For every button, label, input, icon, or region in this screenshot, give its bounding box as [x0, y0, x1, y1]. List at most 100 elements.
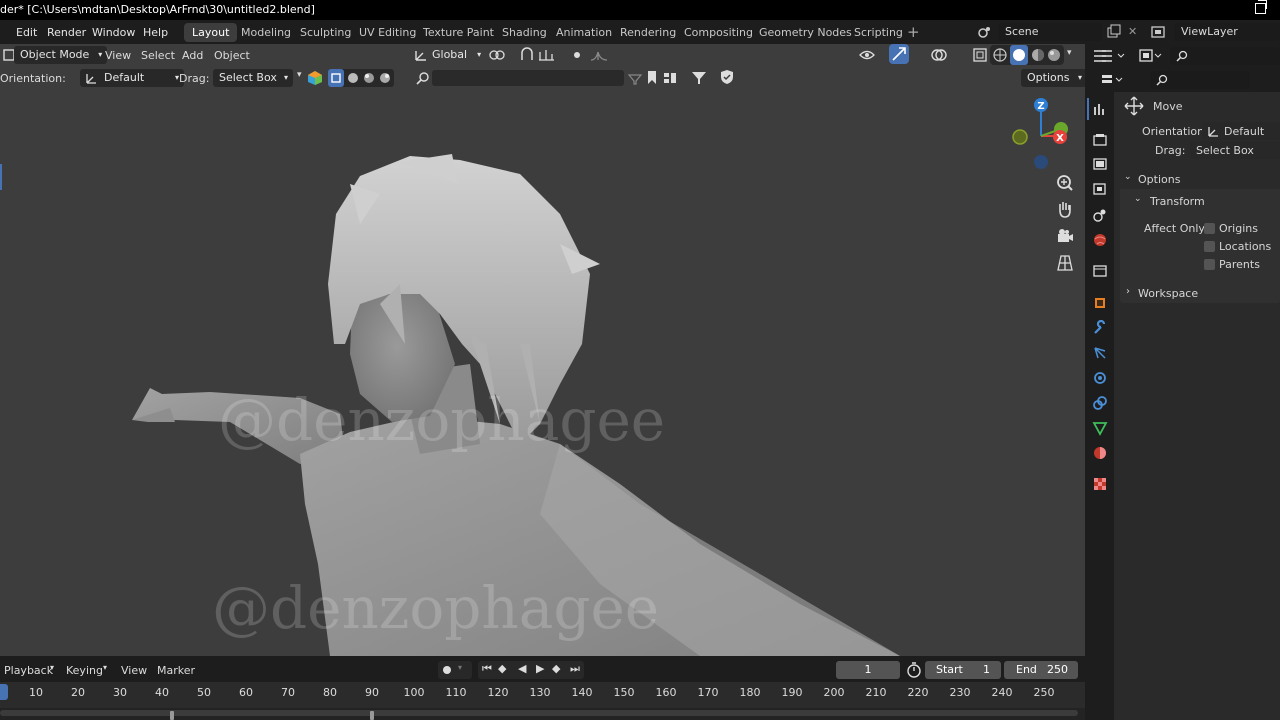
tab-layout[interactable]: Layout	[184, 23, 238, 42]
world-tab-icon[interactable]	[1092, 232, 1108, 248]
menu-select[interactable]: Select	[141, 49, 175, 62]
collection-tab-icon[interactable]	[1092, 263, 1108, 279]
origins-checkbox[interactable]	[1204, 223, 1215, 234]
visibility-icon[interactable]	[858, 48, 878, 62]
menu-marker[interactable]: Marker	[157, 664, 195, 677]
view-layer-tab-icon[interactable]	[1092, 182, 1108, 198]
scroll-handle[interactable]	[170, 711, 174, 720]
menu-view[interactable]: View	[121, 664, 147, 677]
tab-uv-editing[interactable]: UV Editing	[351, 23, 424, 42]
options-panel-header[interactable]: ⌄ Options	[1120, 169, 1280, 189]
prev-keyframe-icon[interactable]: ◆	[498, 662, 506, 675]
transform-orientation-dropdown[interactable]: Global ▾	[426, 46, 485, 64]
current-frame-field[interactable]: 1	[836, 661, 900, 679]
scene-icon[interactable]	[976, 24, 996, 40]
snap-icon[interactable]	[518, 47, 536, 63]
camera-view-icon[interactable]	[1056, 227, 1074, 245]
sort-icon[interactable]	[662, 70, 684, 86]
material-tab-icon[interactable]	[1092, 445, 1108, 461]
restore-window-icon[interactable]	[1255, 0, 1267, 14]
texture-tab-icon[interactable]	[1092, 476, 1108, 492]
duplicate-scene-icon[interactable]	[1106, 24, 1122, 40]
tab-texture-paint[interactable]: Texture Paint	[415, 23, 502, 42]
menu-help[interactable]: Help	[143, 26, 168, 39]
end-frame-field[interactable]: End 250	[1004, 661, 1078, 679]
drag-dropdown[interactable]: Select Box ▾	[213, 69, 293, 87]
menu-render[interactable]: Render	[47, 26, 86, 39]
chevron-down-icon[interactable]: ▾	[1067, 48, 1072, 58]
constraints-tab-icon[interactable]	[1092, 395, 1108, 411]
snap-target-icon[interactable]	[538, 48, 558, 62]
falloff-icon[interactable]	[590, 48, 610, 62]
mode-dropdown[interactable]: Object Mode ▾	[14, 46, 108, 64]
bookmark-icon[interactable]	[646, 70, 658, 86]
scene-tab-icon[interactable]	[1092, 207, 1108, 223]
gizmo-toggle-icon[interactable]	[889, 44, 909, 64]
shield-icon[interactable]	[719, 69, 735, 85]
3d-viewport[interactable]: @denzophagee @denzophagee Object Mode ▾ …	[0, 44, 1085, 656]
solid-shading-button[interactable]	[1010, 45, 1028, 65]
scroll-handle[interactable]	[370, 711, 374, 720]
camera-icon[interactable]	[378, 71, 392, 85]
perspective-grid-icon[interactable]	[1056, 254, 1074, 272]
object-type-icon[interactable]	[307, 70, 323, 86]
chevron-down-icon[interactable]: ▾	[297, 70, 302, 80]
options-dropdown[interactable]: Options ▾	[1021, 69, 1085, 87]
data-tab-icon[interactable]	[1092, 420, 1108, 436]
pivot-point-icon[interactable]	[488, 48, 510, 62]
orientation-dropdown[interactable]: Default ▾	[80, 69, 184, 87]
jump-end-icon[interactable]: ⏭	[570, 662, 580, 676]
hand-pan-icon[interactable]	[1056, 200, 1074, 218]
view-layer-icon[interactable]	[1150, 24, 1170, 40]
auto-keying-toggle[interactable]: ▾	[438, 661, 472, 679]
tab-animation[interactable]: Animation	[548, 23, 620, 42]
display-mode-icon[interactable]	[1138, 48, 1162, 64]
orientation-dropdown[interactable]: Default	[1202, 122, 1280, 140]
navigation-gizmo[interactable]: Z X	[1006, 94, 1076, 170]
menu-keying[interactable]: Keying	[66, 664, 103, 677]
menu-edit[interactable]: Edit	[16, 26, 37, 39]
tab-geometry-nodes[interactable]: Geometry Nodes	[751, 23, 860, 42]
next-keyframe-icon[interactable]: ◆	[552, 662, 560, 675]
world-icon[interactable]	[346, 71, 360, 85]
material-shading-icon[interactable]	[1031, 48, 1045, 62]
jump-start-icon[interactable]: ⏮	[482, 662, 492, 676]
editor-type-icon[interactable]	[1100, 72, 1128, 88]
menu-view[interactable]: View	[105, 49, 131, 62]
particles-tab-icon[interactable]	[1092, 345, 1108, 361]
output-tab-icon[interactable]	[1092, 157, 1108, 173]
tab-modeling[interactable]: Modeling	[233, 23, 299, 42]
view-layer-field[interactable]: ViewLayer	[1174, 23, 1280, 41]
playhead[interactable]	[0, 684, 8, 700]
timeline-scrollbar[interactable]	[0, 710, 1078, 716]
tab-scripting[interactable]: Scripting	[846, 23, 911, 42]
funnel-filter-icon[interactable]	[627, 71, 643, 85]
play-icon[interactable]: ▶	[536, 662, 544, 675]
select-mesh-button[interactable]	[328, 69, 344, 87]
tab-compositing[interactable]: Compositing	[676, 23, 761, 42]
menu-object[interactable]: Object	[214, 49, 250, 62]
drag-dropdown[interactable]: Select Box	[1190, 141, 1280, 159]
zoom-icon[interactable]	[1056, 174, 1074, 192]
light-icon[interactable]	[362, 71, 376, 85]
tool-search-input[interactable]	[1150, 71, 1250, 89]
physics-tab-icon[interactable]	[1092, 370, 1108, 386]
tab-rendering[interactable]: Rendering	[612, 23, 684, 42]
xray-icon[interactable]	[972, 47, 988, 63]
object-tab-icon[interactable]	[1092, 295, 1108, 311]
toolbar-edge-indicator[interactable]	[0, 164, 2, 190]
locations-checkbox[interactable]	[1204, 241, 1215, 252]
search-input[interactable]	[432, 70, 624, 86]
rendered-shading-icon[interactable]	[1047, 48, 1061, 62]
add-workspace-icon[interactable]: +	[907, 23, 920, 41]
menu-playback[interactable]: Playback	[4, 664, 53, 677]
play-reverse-icon[interactable]: ◀	[518, 662, 526, 675]
wireframe-shading-icon[interactable]	[993, 48, 1007, 62]
menu-add[interactable]: Add	[182, 49, 203, 62]
remove-scene-icon[interactable]: ✕	[1128, 25, 1137, 38]
start-frame-field[interactable]: Start 1	[925, 661, 1001, 679]
wrench-modifier-icon[interactable]	[1092, 320, 1108, 336]
parents-checkbox[interactable]	[1204, 259, 1215, 270]
scene-field[interactable]: Scene	[998, 23, 1102, 41]
workspace-panel-header[interactable]: › Workspace	[1120, 283, 1280, 303]
